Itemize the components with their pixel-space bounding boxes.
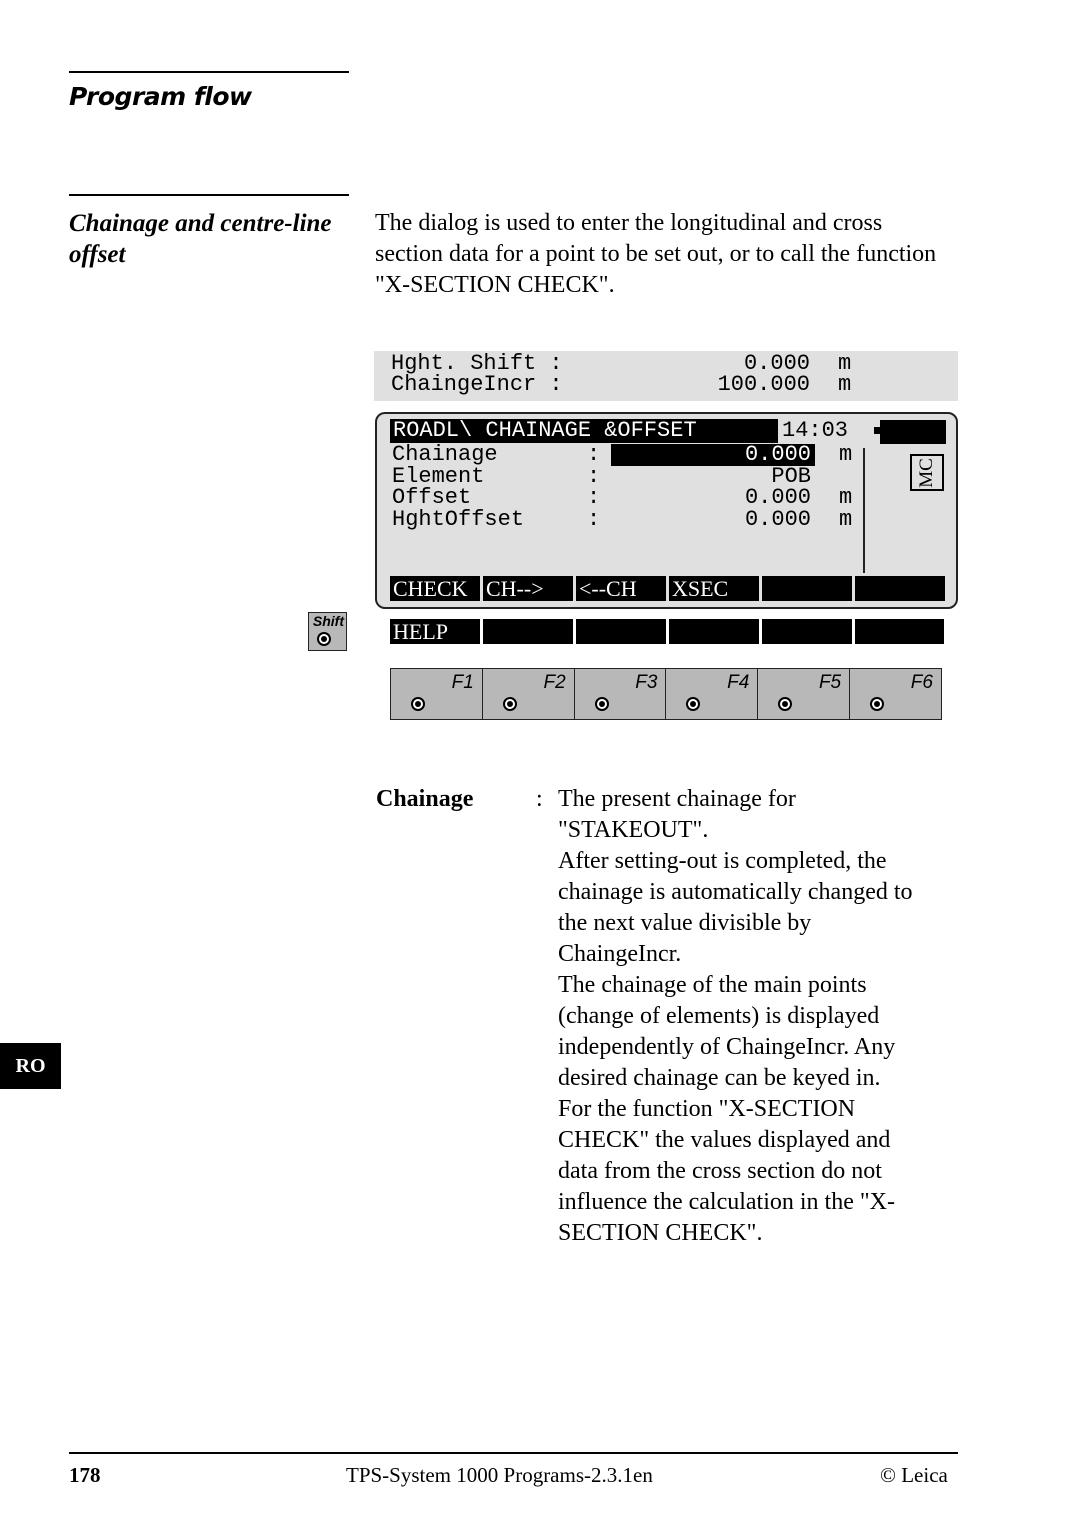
unit: m	[839, 442, 853, 467]
chainge-incr-value: 100.000	[717, 372, 810, 397]
offset-label: Offset	[392, 485, 472, 510]
f2-label: F2	[543, 672, 566, 693]
f5-key[interactable]: F5	[758, 669, 851, 719]
f4-label: F4	[727, 672, 750, 693]
f6-label: F6	[910, 672, 933, 693]
shift-softkey-5[interactable]	[762, 619, 852, 644]
unit: m	[839, 507, 853, 532]
shift-softkey-2[interactable]	[483, 619, 573, 644]
button-icon	[594, 697, 609, 711]
description-line: After setting-out is completed, the	[558, 848, 887, 874]
description-line: ChaingeIncr.	[558, 941, 682, 967]
description-text: The present chainage for "STAKEOUT". After…	[558, 784, 958, 1249]
header-rule	[69, 71, 349, 73]
description-line: independently of ChaingeIncr. Any	[558, 1034, 896, 1060]
description-colon: :	[536, 786, 543, 812]
f6-key[interactable]: F6	[850, 669, 941, 719]
side-tab: RO	[0, 1043, 61, 1089]
softkey-ch-forward[interactable]: CH-->	[483, 576, 573, 601]
softkey-xsec[interactable]: XSEC	[669, 576, 759, 601]
function-keys: F1 F2 F3 F4 F5 F6	[390, 668, 942, 720]
description-line: (change of elements) is displayed	[558, 1003, 880, 1029]
doc-title: TPS-System 1000 Programs-2.3.1en	[346, 1463, 653, 1487]
chainage-label: Chainage	[392, 442, 498, 467]
divider	[863, 448, 865, 573]
softkey-check[interactable]: CHECK	[390, 576, 480, 601]
screen-title: ROADL\ CHAINAGE &OFFSET	[390, 419, 778, 443]
page-title: Program flow	[69, 82, 252, 111]
battery-icon	[880, 420, 946, 444]
chainage-input[interactable]: 0.000	[745, 444, 811, 466]
shift-softkey-3[interactable]	[576, 619, 666, 644]
f5-label: F5	[818, 672, 842, 693]
description-line: data from the cross section do not	[558, 1158, 882, 1184]
description-line: The chainage of the main points	[558, 972, 867, 998]
f3-label: F3	[635, 672, 658, 693]
button-icon	[411, 697, 425, 711]
hght-offset-value: 0.000	[744, 507, 811, 532]
description-line: SECTION CHECK".	[558, 1220, 763, 1246]
colon: :	[587, 485, 601, 510]
clock: 14:03	[782, 418, 849, 443]
shift-softkey-6[interactable]	[855, 619, 944, 644]
button-icon	[502, 697, 517, 711]
f2-key[interactable]: F2	[482, 669, 575, 719]
colon: :	[587, 507, 601, 532]
f3-key[interactable]: F3	[574, 669, 667, 719]
hght-offset-label: HghtOffset	[392, 507, 525, 532]
description-line: influence the calculation in the "X-	[558, 1189, 895, 1215]
softkey-ch-back[interactable]: <--CH	[576, 576, 666, 601]
shift-softkey-4[interactable]	[669, 619, 759, 644]
chainge-incr-label: ChaingeIncr :	[391, 372, 563, 397]
softkey-5[interactable]	[762, 576, 852, 601]
description-line: the next value divisible by	[558, 910, 812, 936]
intro-text: The dialog is used to enter the longitud…	[375, 210, 937, 298]
instrument-screen: ROADL\ CHAINAGE &OFFSET 14:03 MC Chainag…	[375, 412, 958, 609]
colon: :	[587, 442, 601, 467]
shift-label: Shift	[312, 613, 344, 629]
mc-badge-text: MC	[915, 457, 937, 488]
description-line: For the function "X-SECTION	[558, 1096, 856, 1122]
softkey-6[interactable]	[855, 576, 945, 601]
button-icon	[778, 697, 793, 711]
section-heading: Chainage and centre-line offset	[69, 210, 332, 268]
description-term: Chainage	[376, 786, 474, 812]
softkey-help[interactable]: HELP	[390, 619, 480, 644]
description-line: "STAKEOUT".	[558, 817, 709, 843]
button-icon	[870, 697, 885, 711]
description-line: chainage is automatically changed to	[558, 879, 913, 905]
section-rule	[69, 194, 349, 196]
footer-rule	[69, 1452, 958, 1454]
copyright: © Leica	[880, 1463, 948, 1487]
shift-button-icon	[317, 632, 331, 646]
mc-badge: MC	[910, 454, 944, 491]
f1-key[interactable]: F1	[391, 669, 483, 719]
description-line: The present chainage for	[558, 786, 796, 812]
f1-label: F1	[451, 672, 474, 693]
shift-key[interactable]: Shift	[308, 612, 347, 651]
button-icon	[686, 697, 701, 711]
offset-value: 0.000	[744, 485, 811, 510]
description-line: desired chainage can be keyed in.	[558, 1065, 881, 1091]
f4-key[interactable]: F4	[666, 669, 759, 719]
unit: m	[839, 485, 853, 510]
description-line: CHECK" the values displayed and	[558, 1127, 891, 1153]
page-number: 178	[69, 1463, 101, 1487]
chainge-incr-unit: m	[838, 372, 852, 397]
top-box: Hght. Shift : 0.000 m ChaingeIncr : 100.…	[374, 351, 958, 401]
